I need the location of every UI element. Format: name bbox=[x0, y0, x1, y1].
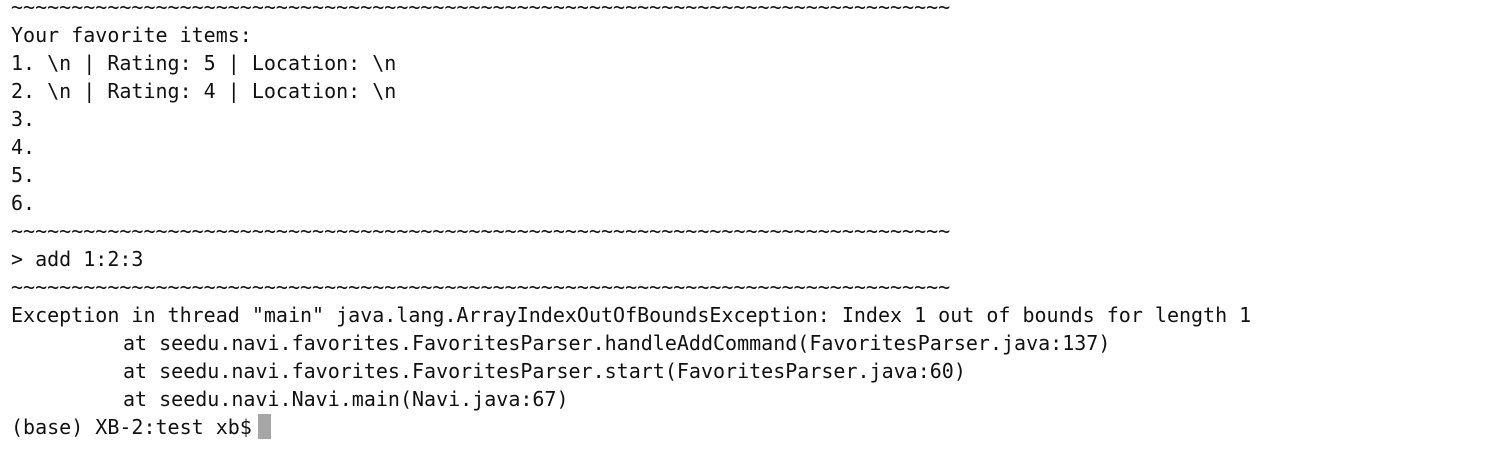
stack-trace-line: at seedu.navi.favorites.FavoritesParser.… bbox=[123, 359, 966, 383]
favorite-item: 6. bbox=[11, 191, 36, 215]
shell-prompt-line[interactable]: (base) XB-2:test xb$ bbox=[11, 413, 1251, 441]
stack-trace-line: at seedu.navi.Navi.main(Navi.java:67) bbox=[123, 387, 569, 411]
terminal-output: ~~~~~~~~~~~~~~~~~~~~~~~~~~~~~~~~~~~~~~~~… bbox=[11, 0, 1251, 441]
terminal-window[interactable]: ~~~~~~~~~~~~~~~~~~~~~~~~~~~~~~~~~~~~~~~~… bbox=[0, 0, 1498, 454]
separator-line: ~~~~~~~~~~~~~~~~~~~~~~~~~~~~~~~~~~~~~~~~… bbox=[11, 219, 951, 243]
separator-line: ~~~~~~~~~~~~~~~~~~~~~~~~~~~~~~~~~~~~~~~~… bbox=[11, 0, 951, 19]
favorite-item: 3. bbox=[11, 107, 36, 131]
favorite-item: 5. bbox=[11, 163, 36, 187]
favorite-item: 2. \n | Rating: 4 | Location: \n bbox=[11, 79, 397, 103]
shell-prompt: (base) XB-2:test xb$ bbox=[11, 415, 252, 439]
separator-line: ~~~~~~~~~~~~~~~~~~~~~~~~~~~~~~~~~~~~~~~~… bbox=[11, 275, 951, 299]
stack-trace-line: at seedu.navi.favorites.FavoritesParser.… bbox=[123, 331, 1111, 355]
favorites-header: Your favorite items: bbox=[11, 23, 252, 47]
favorite-item: 4. bbox=[11, 135, 36, 159]
favorite-item: 1. \n | Rating: 5 | Location: \n bbox=[11, 51, 397, 75]
exception-message: Exception in thread "main" java.lang.Arr… bbox=[11, 303, 1252, 327]
text-cursor bbox=[257, 414, 271, 439]
command-input-line: > add 1:2:3 bbox=[11, 247, 144, 271]
